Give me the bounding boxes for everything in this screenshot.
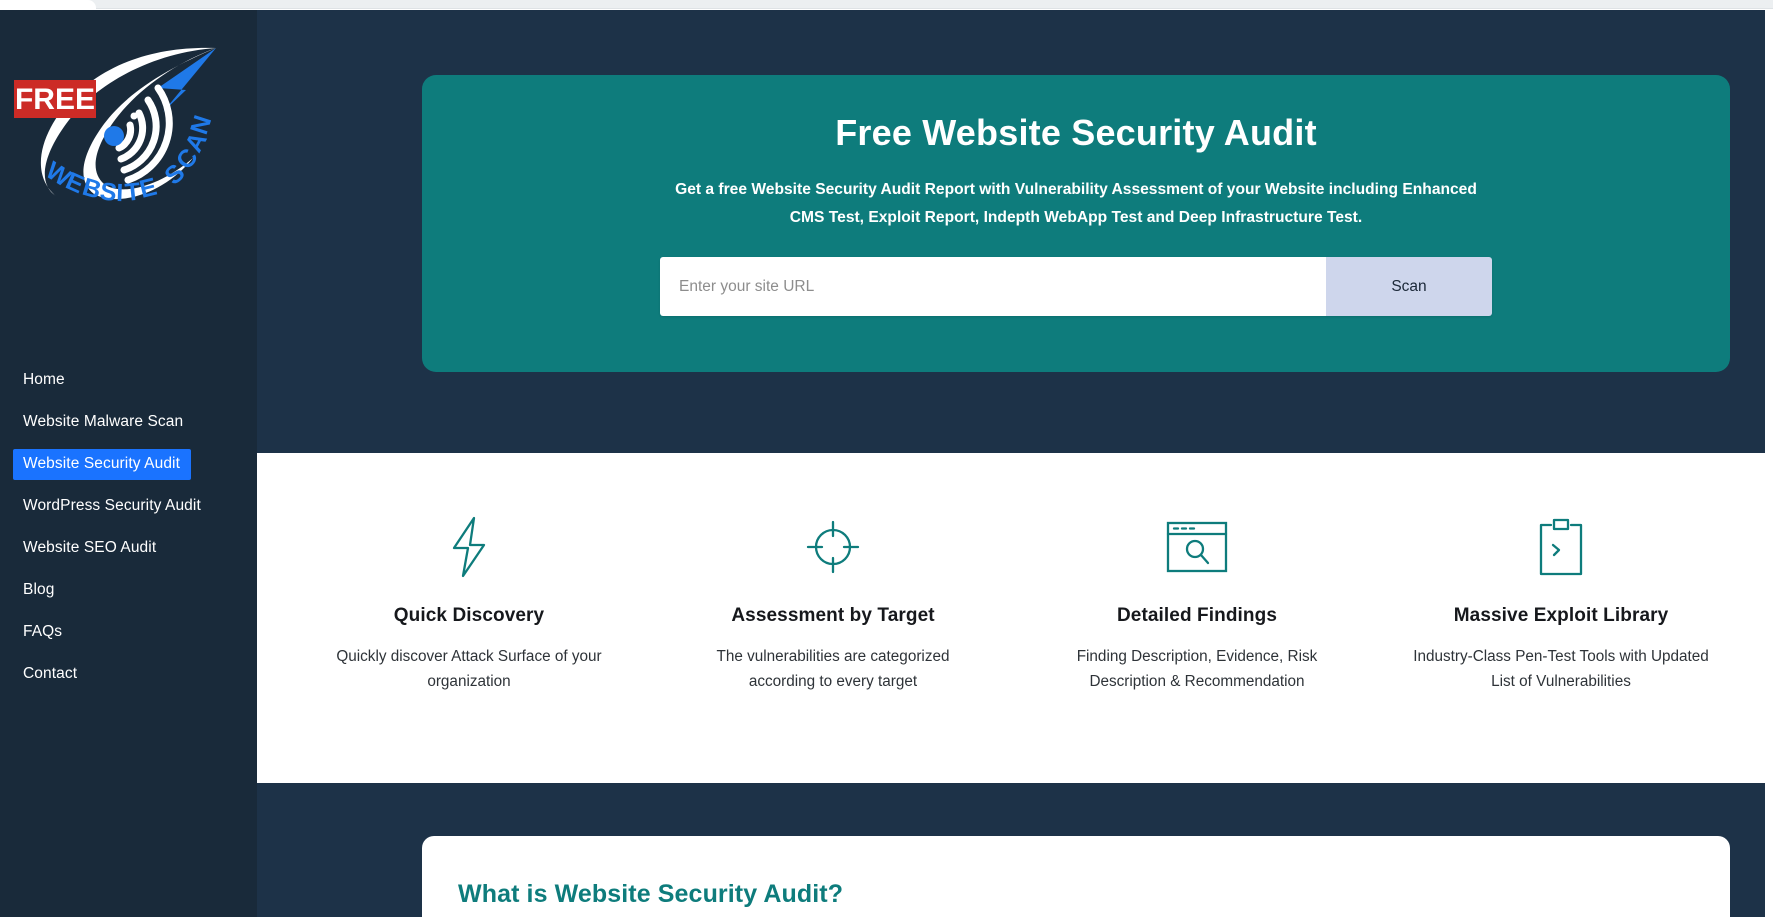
logo-free-badge-text: FREE <box>15 83 95 116</box>
sidebar-nav: Home Website Malware Scan Website Securi… <box>0 365 257 701</box>
feature-description: Finding Description, Evidence, Risk Desc… <box>1076 648 1318 690</box>
hero-section: Free Website Security Audit Get a free W… <box>257 10 1773 453</box>
main-content: Free Website Security Audit Get a free W… <box>257 10 1773 917</box>
sidebar-item-home[interactable]: Home <box>0 365 75 396</box>
clipboard-check-icon <box>1401 511 1721 583</box>
features-section: Quick Discovery Quickly discover Attack … <box>257 453 1773 783</box>
sidebar-item-contact[interactable]: Contact <box>0 659 87 690</box>
scan-button[interactable]: Scan <box>1326 257 1492 316</box>
page-right-edge <box>1765 10 1773 917</box>
sidebar: FREE W E B S I T E S C A N Home Website … <box>0 10 257 917</box>
sidebar-item-wordpress-security-audit[interactable]: WordPress Security Audit <box>0 491 211 522</box>
hero-subtitle: Get a free Website Security Audit Report… <box>675 181 1477 226</box>
site-logo[interactable]: FREE W E B S I T E S C A N <box>8 28 238 203</box>
svg-text:I: I <box>116 179 124 203</box>
feature-description: The vulnerabilities are categorized acco… <box>716 648 950 690</box>
hero-card: Free Website Security Audit Get a free W… <box>422 75 1730 372</box>
lightning-bolt-icon <box>309 511 629 583</box>
scan-form: Scan <box>660 257 1492 316</box>
what-is-card: What is Website Security Audit? <box>422 836 1730 917</box>
page-title: Free Website Security Audit <box>835 112 1317 153</box>
browser-search-icon <box>1037 511 1357 583</box>
sidebar-item-faqs[interactable]: FAQs <box>0 617 72 648</box>
feature-title: Massive Exploit Library <box>1453 605 1669 626</box>
feature-title: Detailed Findings <box>1116 605 1278 626</box>
page-root: FREE W E B S I T E S C A N Home Website … <box>0 10 1773 917</box>
feature-card-detailed-findings: Detailed Findings Finding Description, E… <box>1015 511 1379 783</box>
feature-title: Assessment by Target <box>731 605 935 626</box>
sidebar-item-website-security-audit[interactable]: Website Security Audit <box>13 449 191 480</box>
browser-tab-stub[interactable] <box>0 0 96 9</box>
feature-card-quick-discovery: Quick Discovery Quickly discover Attack … <box>287 511 651 783</box>
browser-chrome-strip <box>0 0 1773 9</box>
feature-description: Quickly discover Attack Surface of your … <box>336 648 602 690</box>
features-row: Quick Discovery Quickly discover Attack … <box>257 453 1773 783</box>
sidebar-item-website-malware-scan[interactable]: Website Malware Scan <box>0 407 193 438</box>
section-heading: What is Website Security Audit? <box>458 880 844 908</box>
feature-card-assessment-by-target: Assessment by Target The vulnerabilities… <box>651 511 1015 783</box>
sidebar-item-website-seo-audit[interactable]: Website SEO Audit <box>0 533 166 564</box>
crosshair-target-icon <box>673 511 993 583</box>
feature-card-massive-exploit-library: Massive Exploit Library Industry-Class P… <box>1379 511 1743 783</box>
bottom-section: What is Website Security Audit? <box>257 783 1773 917</box>
feature-title: Quick Discovery <box>393 605 545 626</box>
sidebar-item-blog[interactable]: Blog <box>0 575 64 606</box>
feature-description: Industry-Class Pen-Test Tools with Updat… <box>1413 648 1709 690</box>
site-url-input[interactable] <box>660 257 1326 316</box>
website-scan-logo-icon: FREE W E B S I T E S C A N <box>14 47 217 203</box>
